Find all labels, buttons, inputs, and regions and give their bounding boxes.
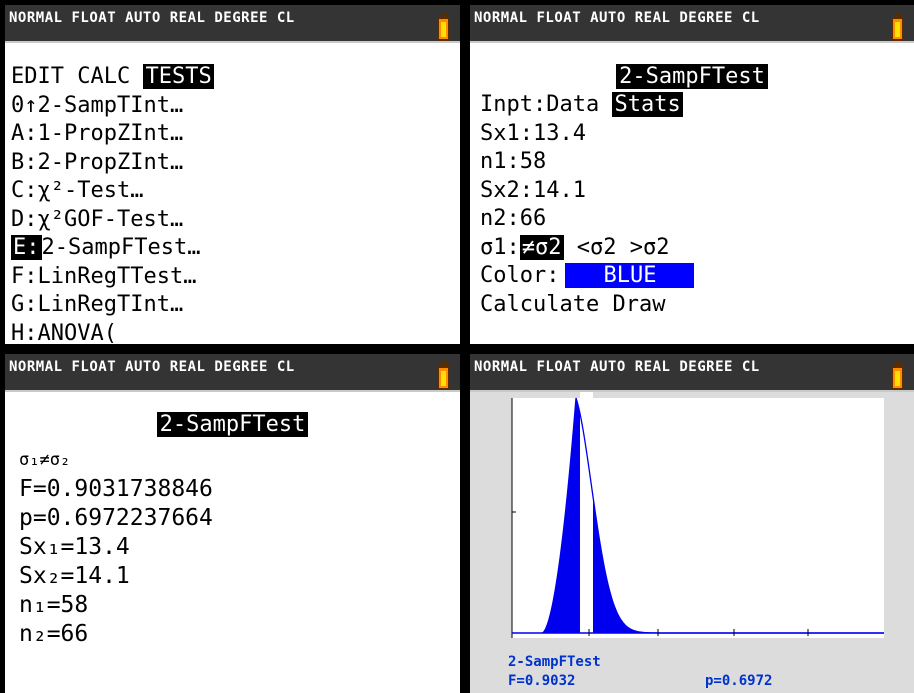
status-text: NORMAL FLOAT AUTO REAL DEGREE CL — [474, 10, 760, 26]
inpt-row: Inpt:Data Stats — [480, 91, 694, 120]
menu-item-chi2-gof-test[interactable]: D:χ²GOF-Test… — [11, 206, 214, 235]
menu-item-label: χ²GOF-Test… — [37, 206, 184, 232]
n2-field[interactable]: n2:66 — [480, 205, 694, 234]
sx1-field[interactable]: Sx1:13.4 — [480, 120, 694, 149]
result-n1: n₁=58 — [19, 592, 89, 618]
status-bar: NORMAL FLOAT AUTO REAL DEGREE CL — [5, 354, 460, 392]
menu-tabs: EDIT CALC TESTS — [11, 63, 214, 92]
sx2-field[interactable]: Sx2:14.1 — [480, 177, 694, 206]
tab-tests[interactable]: TESTS — [143, 64, 214, 89]
unshaded-center-region — [580, 392, 593, 633]
result-f: F=0.9031738846 — [19, 476, 213, 502]
menu-item-key: C: — [11, 178, 38, 203]
menu-item-label: LinRegTTest… — [37, 263, 197, 289]
status-bar: NORMAL FLOAT AUTO REAL DEGREE CL — [5, 5, 460, 43]
sigma-option-ne[interactable]: ≠σ2 — [519, 234, 564, 260]
f-distribution-graph: 2-SampFTest F=0.9032 p=0.6972 — [470, 392, 914, 693]
menu-item-key: G: — [11, 292, 38, 317]
menu-item-label: χ²-Test… — [37, 178, 144, 203]
menu-item-chi2-test[interactable]: C:χ²-Test… — [11, 177, 214, 206]
status-text: NORMAL FLOAT AUTO REAL DEGREE CL — [9, 10, 295, 26]
menu-item-2-propzint[interactable]: B:2-PropZInt… — [11, 149, 214, 178]
menu-item-label: 2-SampFTest… — [41, 235, 201, 260]
tab-calc[interactable]: CALC — [77, 64, 130, 89]
menu-item-key-selected: E: — [11, 235, 42, 260]
status-text: NORMAL FLOAT AUTO REAL DEGREE CL — [474, 359, 760, 375]
result-p: p=0.6972237664 — [19, 505, 213, 531]
menu-item-key: 0↑ — [11, 92, 38, 118]
menu-item-label: LinRegTInt… — [37, 292, 184, 317]
screen-title-text: 2-SampFTest — [616, 64, 768, 89]
sigma-option-gt[interactable]: >σ2 — [630, 235, 670, 260]
inpt-label: Inpt: — [480, 92, 547, 117]
menu-item-linregtint[interactable]: G:LinRegTInt… — [11, 291, 214, 320]
graph-title-label: 2-SampFTest — [508, 654, 601, 670]
inpt-option-stats[interactable]: Stats — [612, 92, 683, 117]
battery-icon — [437, 13, 450, 41]
graph-f-label: F=0.9032 — [508, 673, 575, 689]
sigma-row: σ1:≠σ2 <σ2 >σ2 — [480, 234, 694, 263]
color-row: Color: BLUE — [480, 262, 695, 291]
graph-screen: NORMAL FLOAT AUTO REAL DEGREE CL 2-SampF… — [470, 354, 914, 693]
menu-item-label: 2-PropZInt… — [37, 149, 184, 175]
graph-p-label: p=0.6972 — [705, 673, 772, 689]
menu-item-label: 2-SampTInt… — [37, 92, 184, 118]
result-hypothesis: σ₁≠σ₂ — [19, 450, 71, 470]
menu-item-anova[interactable]: H:ANOVA( — [11, 320, 214, 345]
battery-icon — [891, 362, 904, 390]
screen-title: 2-SampFTest — [5, 412, 460, 438]
calculate-button[interactable]: Calculate — [480, 292, 599, 317]
menu-item-1-propzint[interactable]: A:1-PropZInt… — [11, 120, 214, 149]
menu-item-key: B: — [11, 149, 38, 175]
n1-field[interactable]: n1:58 — [480, 148, 694, 177]
action-row: Calculate Draw — [480, 291, 694, 320]
result-sx1: Sx₁=13.4 — [19, 534, 130, 560]
color-value[interactable]: BLUE — [565, 263, 695, 288]
input-screen: NORMAL FLOAT AUTO REAL DEGREE CL 2-SampF… — [470, 5, 914, 344]
menu-item-key: F: — [11, 263, 38, 289]
menu-item-label: 1-PropZInt… — [37, 121, 184, 146]
screen-title-text: 2-SampFTest — [156, 412, 309, 437]
menu-item-2-sampftest[interactable]: E:2-SampFTest… — [11, 234, 214, 263]
tests-menu-screen: NORMAL FLOAT AUTO REAL DEGREE CL EDIT CA… — [5, 5, 460, 344]
result-sx2: Sx₂=14.1 — [19, 563, 130, 589]
draw-button[interactable]: Draw — [612, 292, 665, 317]
status-text: NORMAL FLOAT AUTO REAL DEGREE CL — [9, 359, 295, 375]
status-bar: NORMAL FLOAT AUTO REAL DEGREE CL — [470, 354, 914, 392]
result-n2: n₂=66 — [19, 621, 89, 647]
menu-item-key: A: — [11, 121, 38, 146]
menu-item-label: ANOVA( — [37, 320, 117, 345]
battery-icon — [437, 362, 450, 390]
menu-item-2-samptint[interactable]: 0↑2-SampTInt… — [11, 92, 214, 121]
inpt-option-data[interactable]: Data — [546, 92, 599, 117]
color-label: Color: — [480, 263, 560, 288]
battery-icon — [891, 13, 904, 41]
sigma-option-lt[interactable]: <σ2 — [577, 235, 617, 260]
menu-item-linregttest[interactable]: F:LinRegTTest… — [11, 263, 214, 292]
sigma-label: σ1: — [480, 234, 520, 260]
results-screen: NORMAL FLOAT AUTO REAL DEGREE CL 2-SampF… — [5, 354, 460, 693]
screen-title: 2-SampFTest — [470, 64, 914, 90]
status-bar: NORMAL FLOAT AUTO REAL DEGREE CL — [470, 5, 914, 43]
tab-edit[interactable]: EDIT — [11, 64, 64, 89]
menu-item-key: H: — [11, 320, 38, 345]
menu-item-key: D: — [11, 206, 38, 232]
